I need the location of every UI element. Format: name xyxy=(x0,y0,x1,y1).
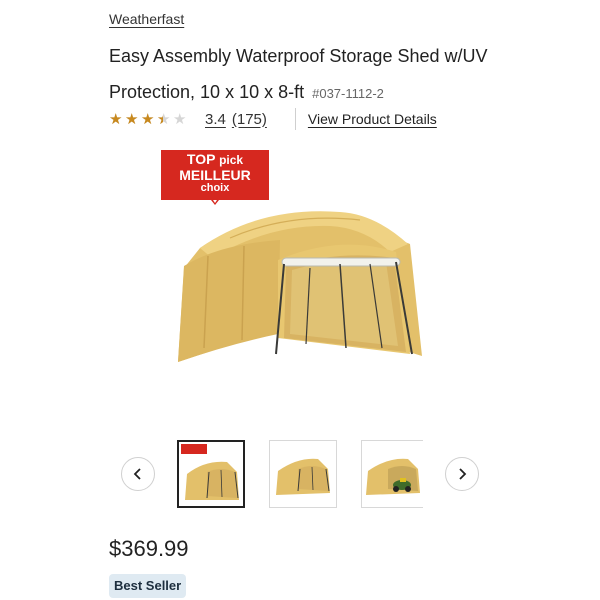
thumbnail-image xyxy=(181,444,239,500)
rating-value-link[interactable]: 3.4 xyxy=(205,111,226,128)
product-title: Easy Assembly Waterproof Storage Shed w/… xyxy=(109,38,549,112)
star-icon: ★★ xyxy=(141,110,155,128)
divider xyxy=(294,108,296,130)
top-pick-badge-text: TOP pick MEILLEUR choix xyxy=(161,152,269,194)
carousel-next-button[interactable] xyxy=(445,457,479,491)
best-seller-badge: Best Seller xyxy=(109,574,187,598)
star-icon: ★ xyxy=(173,110,187,128)
thumbnail-image xyxy=(276,458,330,495)
star-icon: ★★ xyxy=(125,110,139,128)
badge-line3: choix xyxy=(200,182,230,194)
chevron-right-icon xyxy=(459,468,467,480)
product-title-line1: Easy Assembly Waterproof Storage Shed w/… xyxy=(109,46,488,66)
rating-row: ★★★★★★★★★ 3.4 (175) View Product Details xyxy=(109,108,437,130)
gallery-thumbnail-3[interactable] xyxy=(361,440,423,508)
review-count-link[interactable]: (175) xyxy=(232,111,267,128)
gallery-thumbnail-1[interactable] xyxy=(177,440,245,508)
product-sku: #037-1112-2 xyxy=(312,86,384,101)
product-price: $369.99 xyxy=(109,536,189,561)
star-rating: ★★★★★★★★★ xyxy=(109,112,189,127)
chevron-left-icon xyxy=(133,468,141,480)
badge-line1: TOP pick xyxy=(186,151,244,167)
badge-line2: MEILLEUR xyxy=(179,167,251,183)
carousel-prev-button[interactable] xyxy=(121,457,155,491)
thumbnail-image xyxy=(366,458,420,495)
star-icon: ★★ xyxy=(109,110,123,128)
product-title-line2: Protection, 10 x 10 x 8-ft xyxy=(109,82,305,102)
view-product-details-link[interactable]: View Product Details xyxy=(308,111,437,127)
brand-link[interactable]: Weatherfast xyxy=(109,11,184,27)
gallery-thumbnail-2[interactable] xyxy=(269,440,337,508)
star-icon: ★★ xyxy=(157,110,171,128)
